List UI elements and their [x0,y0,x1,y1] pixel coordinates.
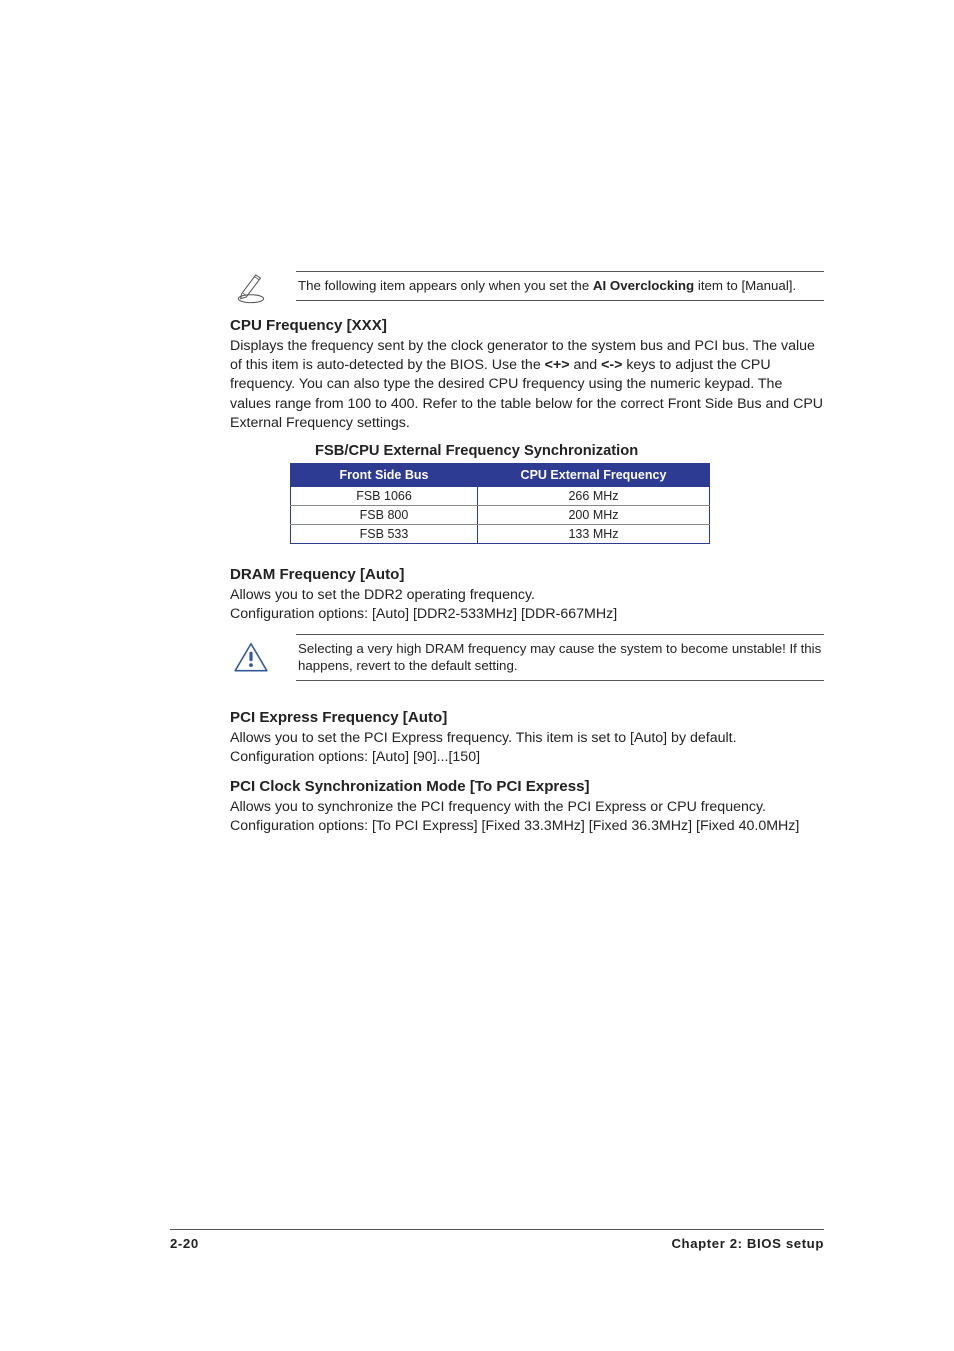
dram-line2: Configuration options: [Auto] [DDR2-533M… [230,606,617,622]
warning-icon [230,637,272,679]
note-text: The following item appears only when you… [296,271,824,301]
warning-text: Selecting a very high DRAM frequency may… [296,634,824,681]
dram-body: Allows you to set the DDR2 operating fre… [230,586,824,624]
minus-key: <-> [601,357,622,373]
note-post: item to [Manual]. [694,278,796,293]
heading-cpu-frequency: CPU Frequency [XXX] [230,317,824,334]
th-cpu: CPU External Frequency [478,463,710,487]
note-pre: The following item appears only when you… [298,278,593,293]
cpu-frequency-body: Displays the frequency sent by the clock… [230,337,824,433]
table-header-row: Front Side Bus CPU External Frequency [291,463,710,487]
note-dram-warning: Selecting a very high DRAM frequency may… [230,634,824,681]
fsb-table-title: FSB/CPU External Frequency Synchronizati… [315,443,824,459]
th-fsb: Front Side Bus [291,463,478,487]
cpu-freq-mid1: and [570,357,602,373]
pencil-icon [230,265,272,307]
cell-fsb: FSB 1066 [291,487,478,506]
footer-chapter: Chapter 2: BIOS setup [671,1236,824,1251]
note-overclocking: The following item appears only when you… [230,265,824,307]
footer-page-num: 2-20 [170,1236,199,1251]
table-row: FSB 1066 266 MHz [291,487,710,506]
heading-pci-clock: PCI Clock Synchronization Mode [To PCI E… [230,778,824,795]
page-footer: 2-20 Chapter 2: BIOS setup [170,1229,824,1251]
plus-key: <+> [545,357,570,373]
cell-cpu: 200 MHz [478,505,710,524]
table-row: FSB 533 133 MHz [291,524,710,543]
cell-cpu: 133 MHz [478,524,710,543]
heading-dram: DRAM Frequency [Auto] [230,566,824,583]
note-bold: AI Overclocking [593,278,694,293]
heading-pcie: PCI Express Frequency [Auto] [230,709,824,726]
pci-clock-body: Allows you to synchronize the PCI freque… [230,798,824,836]
page: The following item appears only when you… [0,0,954,1351]
cell-fsb: FSB 533 [291,524,478,543]
cell-fsb: FSB 800 [291,505,478,524]
dram-line1: Allows you to set the DDR2 operating fre… [230,587,535,603]
cell-cpu: 266 MHz [478,487,710,506]
pcie-body: Allows you to set the PCI Express freque… [230,729,824,767]
table-row: FSB 800 200 MHz [291,505,710,524]
fsb-table: Front Side Bus CPU External Frequency FS… [290,463,710,544]
